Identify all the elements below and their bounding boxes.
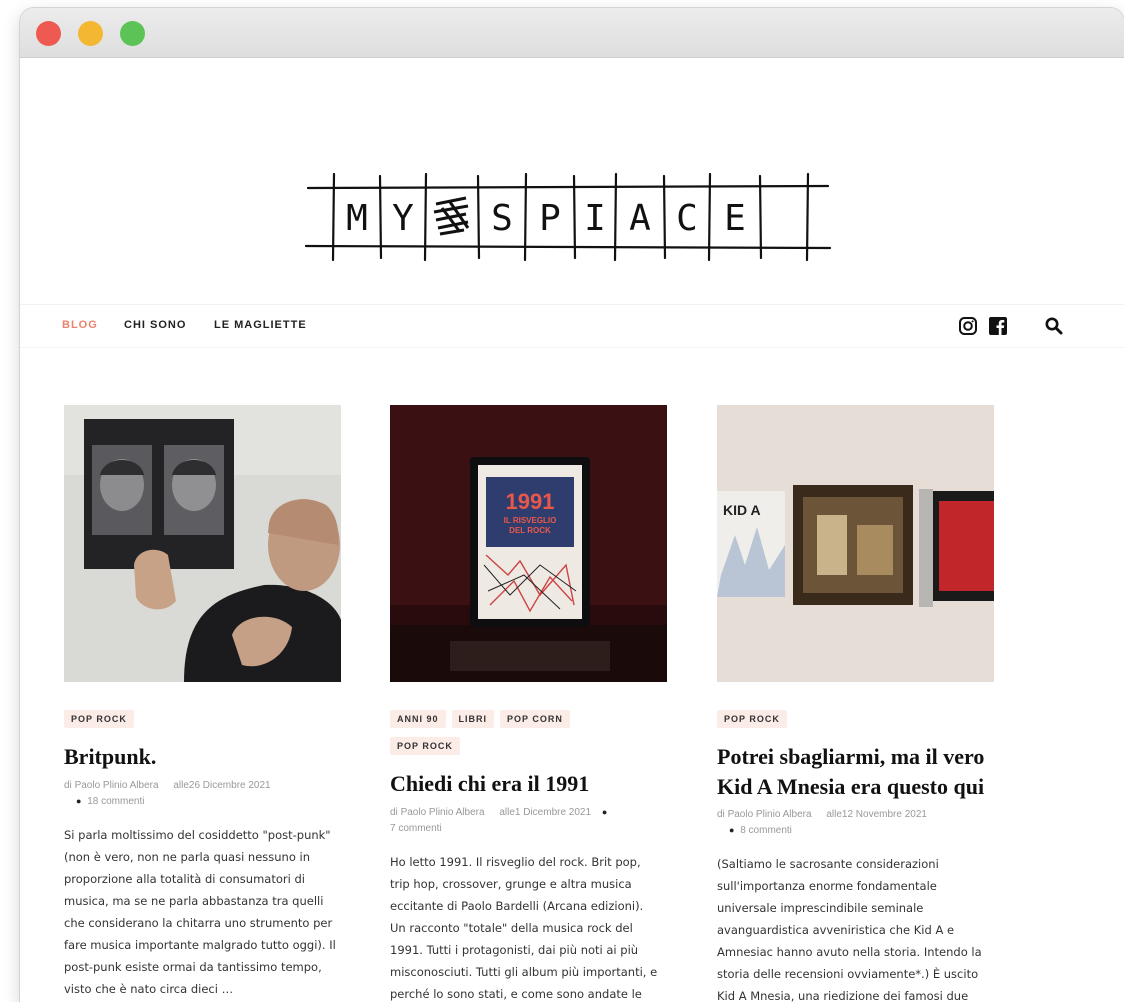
instagram-icon[interactable] (958, 316, 978, 336)
date-prefix: alle (173, 779, 189, 791)
post-comments-link[interactable]: 18 commenti (87, 796, 144, 807)
post-excerpt: Ho letto 1991. Il risveglio del rock. Br… (390, 854, 658, 1001)
logo-letter: C (676, 198, 698, 239)
comment-icon: ● (76, 795, 82, 806)
post-author[interactable]: Paolo Plinio Albera (401, 807, 485, 818)
post-meta: di Paolo Plinio Albera alle1 Dicembre 20… (390, 805, 670, 837)
post-excerpt: Si parla moltissimo del cosiddetto "post… (64, 827, 336, 996)
post-thumbnail-link[interactable] (64, 405, 344, 682)
category-tag[interactable]: ANNI 90 (390, 710, 446, 728)
date-prefix: alle (499, 806, 515, 818)
post-card: 1991 IL RISVEGLIO DEL ROCK ANNI 90 LIBRI P… (390, 405, 670, 1002)
post-card: KID A POP ROCK Potrei sbagliarmi, ma il … (717, 405, 997, 1002)
logo-letter: Y (392, 198, 414, 239)
post-thumbnail: 1991 IL RISVEGLIO DEL ROCK (390, 405, 667, 682)
post-thumbnail (64, 405, 341, 682)
post-excerpt: (Saltiamo le sacrosante considerazioni s… (717, 857, 982, 1002)
post-card: POP ROCK Britpunk. di Paolo Plinio Alber… (64, 405, 344, 1000)
post-author[interactable]: Paolo Plinio Albera (728, 809, 812, 820)
logo-letter: E (724, 198, 746, 239)
post-date[interactable]: 12 Novembre 2021 (842, 809, 927, 820)
post-date[interactable]: 26 Dicembre 2021 (189, 780, 271, 791)
nav-item-blog[interactable]: BLOG (62, 319, 98, 331)
logo-letter: I (584, 198, 606, 239)
post-meta: di Paolo Plinio Albera alle26 Dicembre 2… (64, 778, 344, 810)
maximize-window-button[interactable] (120, 21, 145, 46)
browser-window: M Y S P I A C E BLOG CHI SONO LE MAGLIET… (20, 8, 1124, 1002)
category-tag[interactable]: POP ROCK (390, 737, 460, 755)
post-meta: di Paolo Plinio Albera alle12 Novembre 2… (717, 807, 997, 839)
category-tag[interactable]: POP ROCK (717, 710, 787, 728)
minimize-window-button[interactable] (78, 21, 103, 46)
post-thumbnail: KID A (717, 405, 994, 682)
logo-letter: A (629, 198, 651, 239)
comment-icon: ● (729, 825, 735, 836)
comment-icon: ● (601, 806, 608, 817)
post-title[interactable]: Potrei sbagliarmi, ma il vero Kid A Mnes… (717, 742, 997, 801)
site-logo[interactable]: M Y S P I A C E (300, 168, 840, 268)
logo-letter: P (539, 198, 561, 239)
author-prefix: di (390, 806, 398, 818)
post-categories: POP ROCK (64, 707, 344, 734)
nav-item-chi-sono[interactable]: CHI SONO (124, 319, 186, 331)
nav-item-le-magliette[interactable]: LE MAGLIETTE (214, 319, 307, 331)
close-window-button[interactable] (36, 21, 61, 46)
category-tag[interactable]: POP ROCK (64, 710, 134, 728)
author-prefix: di (717, 809, 725, 821)
facebook-icon[interactable] (988, 316, 1008, 336)
logo-grid: M Y S P I A C E (304, 172, 832, 262)
search-icon[interactable] (1044, 316, 1064, 336)
author-prefix: di (64, 779, 72, 791)
category-tag[interactable]: POP CORN (500, 710, 570, 728)
post-title[interactable]: Chiedi chi era il 1991 (390, 769, 670, 799)
post-categories: POP ROCK (717, 707, 997, 734)
svg-text:1991: 1991 (506, 489, 555, 514)
post-thumbnail-link[interactable]: 1991 IL RISVEGLIO DEL ROCK (390, 405, 670, 682)
post-categories: ANNI 90 LIBRI POP CORN POP ROCK (390, 707, 670, 761)
category-tag[interactable]: LIBRI (451, 710, 495, 728)
window-titlebar (20, 8, 1124, 58)
svg-text:DEL ROCK: DEL ROCK (509, 526, 551, 535)
post-comments-link[interactable]: 8 commenti (740, 825, 792, 836)
svg-text:KID A: KID A (723, 502, 761, 518)
logo-letter: M (346, 198, 368, 239)
date-prefix: alle (826, 809, 842, 821)
logo-letter: S (491, 198, 513, 239)
post-author[interactable]: Paolo Plinio Albera (75, 780, 159, 791)
svg-text:IL RISVEGLIO: IL RISVEGLIO (504, 516, 557, 525)
post-thumbnail-link[interactable]: KID A (717, 405, 997, 682)
post-comments-link[interactable]: 7 commenti (390, 823, 442, 834)
main-navbar: BLOG CHI SONO LE MAGLIETTE (20, 304, 1124, 348)
scribble-mark (433, 196, 470, 236)
post-title[interactable]: Britpunk. (64, 742, 344, 772)
post-date[interactable]: 1 Dicembre 2021 (515, 807, 591, 818)
